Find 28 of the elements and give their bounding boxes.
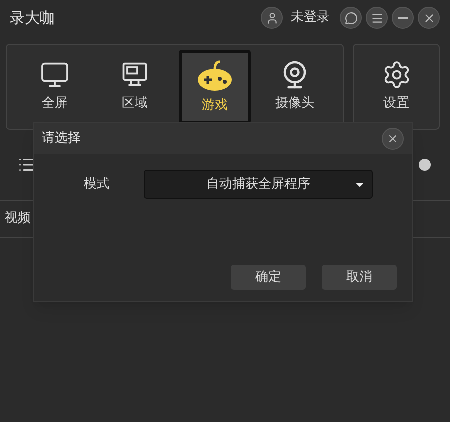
dialog-button[interactable]: 确定 [231,265,306,290]
window-title: 录大咖 [10,8,55,29]
dialog-title: 请选择 [42,130,81,148]
menu-button[interactable] [366,7,388,29]
menu-icon [370,12,384,24]
login-status[interactable]: 未登录 [291,8,330,28]
user-button[interactable] [261,7,283,29]
mode-tile[interactable]: 游戏 [179,50,251,124]
list-tab[interactable]: 视频 [5,209,31,229]
gamepad-icon [197,58,233,92]
close-button[interactable] [418,7,440,29]
close-icon [387,132,399,144]
minimize-button[interactable] [392,7,414,29]
list-icon[interactable] [18,156,36,174]
minimize-icon [398,17,408,19]
settings-tile[interactable]: 设置 [353,44,440,130]
disc-icon[interactable] [418,158,432,172]
user-icon [266,12,278,24]
mode-tile[interactable]: 区域 [99,50,171,124]
mode-tile[interactable]: 摄像头 [259,50,331,124]
mode-tile[interactable]: 全屏 [19,50,91,124]
chat-button[interactable] [340,7,362,29]
close-icon [422,12,436,24]
field-label: 模式 [83,176,111,194]
close-button[interactable] [382,128,404,150]
mode-dropdown[interactable]: 自动捕获全屏程序 [144,170,373,199]
dialog-button[interactable]: 取消 [322,265,397,290]
chat-icon [344,12,358,24]
